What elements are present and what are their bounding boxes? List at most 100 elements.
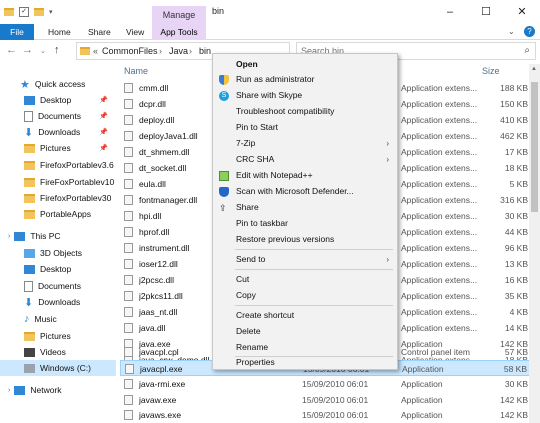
menu-item-troubleshoot[interactable]: Troubleshoot compatibility [214, 104, 396, 119]
nav-3d-objects[interactable]: 3D Objects [0, 245, 116, 261]
file-row[interactable]: java-rmi.exe 15/09/2010 06:01 Application 3… [120, 376, 532, 392]
menu-item-run-as-admin[interactable]: Run as administrator [214, 72, 396, 87]
nav-firefoxportable30[interactable]: FirefoxPortablev30 [0, 190, 116, 206]
nav-documents-pinned[interactable]: Documents 📌 [0, 108, 116, 124]
menu-label: Cut [236, 274, 250, 284]
dll-file-icon [124, 243, 133, 253]
menu-label: Edit with Notepad++ [236, 170, 313, 180]
pin-icon: 📌 [99, 145, 108, 152]
nav-pictures[interactable]: Pictures [0, 328, 116, 344]
overflow-chevron-icon[interactable]: « [93, 46, 98, 56]
file-type: Control panel item [401, 347, 470, 357]
file-name: dt_socket.dll [139, 163, 187, 173]
up-arrow-icon[interactable]: ↑ [54, 44, 60, 56]
menu-item-7zip[interactable]: 7-Zip › [214, 136, 396, 151]
menu-item-scan-defender[interactable]: Scan with Microsoft Defender... [214, 184, 396, 199]
nav-windows-c[interactable]: Windows (C:) [0, 360, 116, 376]
customize-toolbar-icon[interactable]: ▾ [49, 8, 53, 16]
expand-chevron-icon[interactable]: › [8, 387, 10, 394]
tab-home[interactable]: Home [48, 24, 71, 40]
menu-item-cut[interactable]: Cut [214, 272, 396, 287]
properties-icon[interactable]: ✓ [19, 7, 29, 17]
dll-file-icon [124, 179, 133, 189]
nav-label: Documents [38, 281, 81, 291]
menu-item-delete[interactable]: Delete [214, 324, 396, 339]
expand-chevron-icon[interactable]: › [8, 233, 10, 240]
folder-icon[interactable] [4, 8, 14, 16]
nav-quick-access[interactable]: ★ Quick access [0, 76, 116, 92]
nav-music[interactable]: ♪ Music [0, 311, 116, 327]
recent-locations-icon[interactable]: ⌄ [40, 47, 46, 55]
tab-view[interactable]: View [126, 24, 144, 40]
nav-firefoxportable10[interactable]: FireFoxPortablev10 [0, 174, 116, 190]
nav-desktop[interactable]: Desktop [0, 261, 116, 277]
file-size: 16 KB [504, 275, 528, 285]
nav-firefoxportable36[interactable]: FirefoxPortablev3.6 [0, 157, 116, 173]
breadcrumb-bin[interactable]: bin [199, 46, 211, 56]
file-type: Application extens... [401, 227, 478, 237]
file-type: Application extens... [401, 211, 478, 221]
file-name: java.dll [139, 323, 166, 333]
ribbon-expand-icon[interactable]: ⌄ [508, 27, 515, 36]
menu-label: Send to [236, 254, 266, 264]
column-header-name[interactable]: Name [124, 66, 148, 76]
nav-label: Windows (C:) [40, 363, 92, 373]
menu-item-send-to[interactable]: Send to › [214, 252, 396, 267]
tab-app-tools[interactable]: App Tools [152, 24, 206, 40]
nav-desktop-pinned[interactable]: Desktop 📌 [0, 92, 116, 108]
desktop-icon [24, 95, 35, 105]
menu-item-share-with-skype[interactable]: S Share with Skype [214, 88, 396, 103]
exe-file-icon [124, 395, 133, 405]
breadcrumb-java[interactable]: Java [169, 46, 188, 56]
nav-network[interactable]: › Network [0, 382, 116, 398]
menu-label: Restore previous versions [236, 234, 335, 244]
file-type: Application [401, 395, 443, 405]
nav-this-pc[interactable]: › This PC [0, 228, 116, 244]
maximize-button[interactable]: ☐ [468, 0, 504, 24]
file-row[interactable]: javaws.exe 15/09/2010 06:01 Application 142… [120, 407, 532, 423]
menu-item-open[interactable]: Open [214, 57, 396, 72]
forward-arrow-icon[interactable]: → [22, 44, 33, 56]
file-size: 17 KB [504, 147, 528, 157]
file-type: Application extens... [401, 243, 478, 253]
menu-item-pin-to-taskbar[interactable]: Pin to taskbar [214, 216, 396, 231]
nav-portableapps[interactable]: PortableApps [0, 206, 116, 222]
menu-item-create-shortcut[interactable]: Create shortcut [214, 308, 396, 323]
nav-documents[interactable]: Documents [0, 278, 116, 294]
scrollbar-thumb[interactable] [531, 82, 538, 212]
file-size: 58 KB [503, 364, 527, 374]
menu-item-rename[interactable]: Rename [214, 340, 396, 355]
menu-item-copy[interactable]: Copy [214, 288, 396, 303]
file-row[interactable]: javaw.exe 15/09/2010 06:01 Application 142 … [120, 392, 532, 408]
nav-downloads-pinned[interactable]: ⬇ Downloads 📌 [0, 124, 116, 140]
menu-item-share[interactable]: ⇪ Share [214, 200, 396, 215]
tab-share[interactable]: Share [88, 24, 111, 40]
nav-downloads[interactable]: ⬇ Downloads [0, 294, 116, 310]
dll-file-icon [124, 83, 133, 93]
menu-item-pin-to-start[interactable]: Pin to Start [214, 120, 396, 135]
pin-icon: 📌 [99, 97, 108, 104]
file-size: 188 KB [500, 83, 528, 93]
exe-file-icon [125, 364, 134, 374]
nav-pictures-pinned[interactable]: Pictures 📌 [0, 140, 116, 156]
manage-tab[interactable]: Manage [152, 6, 206, 24]
menu-item-crc-sha[interactable]: CRC SHA › [214, 152, 396, 167]
scroll-up-arrow-icon[interactable]: ▲ [531, 66, 537, 72]
help-icon[interactable]: ? [524, 26, 535, 37]
back-arrow-icon[interactable]: ← [6, 44, 17, 56]
breadcrumb-commonfiles[interactable]: CommonFiles [102, 46, 158, 56]
nav-videos[interactable]: Videos [0, 344, 116, 360]
column-header-size[interactable]: Size [482, 66, 500, 76]
close-button[interactable]: ✕ [504, 0, 540, 24]
menu-item-edit-notepad-plus[interactable]: Edit with Notepad++ [214, 168, 396, 183]
star-icon: ★ [20, 78, 30, 91]
new-folder-icon[interactable] [34, 8, 44, 16]
menu-item-restore-versions[interactable]: Restore previous versions [214, 232, 396, 247]
nav-label: Desktop [40, 95, 72, 105]
vertical-scrollbar[interactable]: ▲ [529, 64, 540, 423]
search-icon[interactable]: ⌕ [524, 45, 530, 56]
menu-label: Open [236, 59, 258, 69]
minimize-button[interactable]: – [432, 0, 468, 24]
tab-file[interactable]: File [0, 24, 34, 40]
menu-item-properties[interactable]: Properties [214, 355, 396, 370]
